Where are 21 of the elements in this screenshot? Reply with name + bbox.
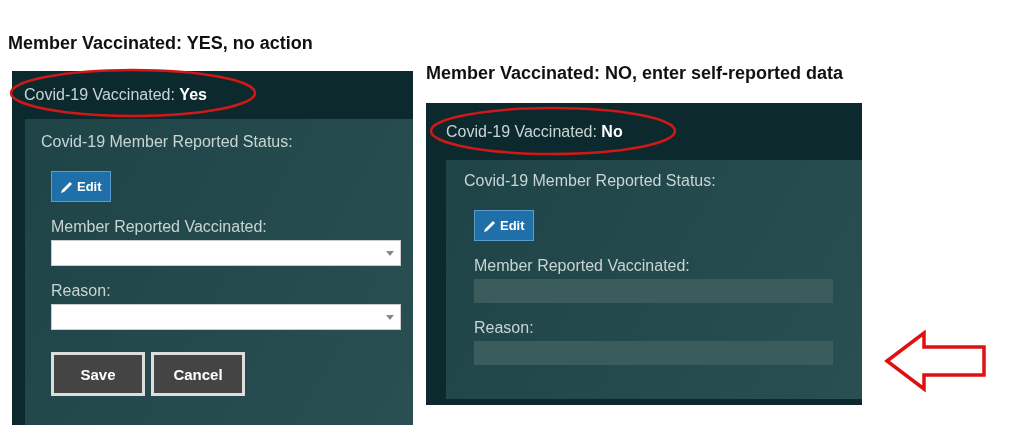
caption: Member Vaccinated: YES, no action bbox=[8, 33, 314, 54]
dropdown-field[interactable] bbox=[51, 240, 401, 266]
left-arrow-icon bbox=[884, 330, 988, 392]
edit-button[interactable]: Edit bbox=[474, 210, 534, 241]
caret-icon bbox=[386, 250, 394, 256]
section-title: Covid-19 Member Reported Status: bbox=[41, 133, 293, 151]
edit-button[interactable]: Edit bbox=[51, 171, 111, 202]
caret-icon bbox=[386, 314, 394, 320]
dropdown-field[interactable] bbox=[51, 304, 401, 330]
caption: Member Vaccinated: NO, enter self-reported data bbox=[426, 63, 845, 84]
pencil-icon bbox=[60, 179, 74, 194]
form-button[interactable]: Cancel bbox=[151, 352, 245, 396]
vaccinated-status: Covid-19 Vaccinated: No bbox=[446, 122, 623, 141]
vaccinated-status: Covid-19 Vaccinated: Yes bbox=[24, 86, 207, 104]
pencil-icon bbox=[483, 218, 497, 233]
field-label: Reason: bbox=[51, 282, 111, 300]
form-button[interactable]: Save bbox=[51, 352, 145, 396]
field-label: Member Reported Vaccinated: bbox=[474, 257, 690, 275]
field-label: Member Reported Vaccinated: bbox=[51, 218, 267, 236]
field-label: Reason: bbox=[474, 319, 534, 337]
section-title: Covid-19 Member Reported Status: bbox=[464, 172, 716, 190]
